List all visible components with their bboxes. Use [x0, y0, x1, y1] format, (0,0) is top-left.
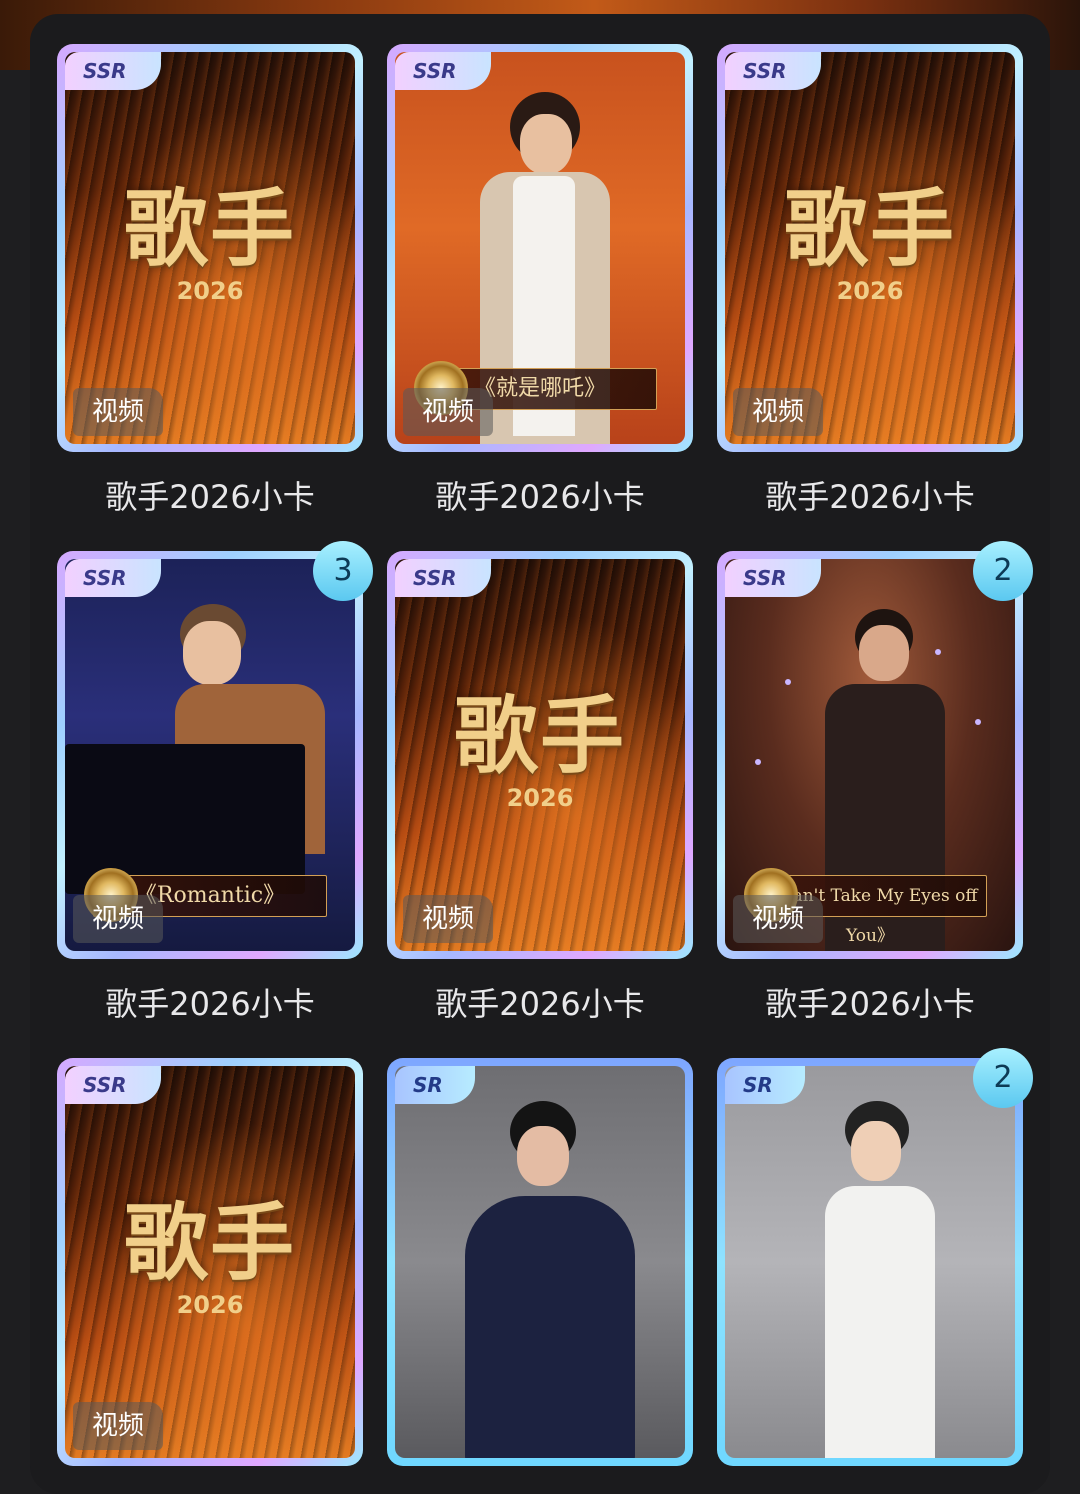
card-frame[interactable]: SSR 歌手 2026 视频: [57, 44, 363, 452]
rarity-badge: SR: [395, 1066, 475, 1104]
rarity-badge: SSR: [65, 52, 161, 90]
singer-face: [520, 114, 572, 174]
singer-white-coat: [825, 1186, 935, 1458]
show-logo: 歌手 2026: [65, 1176, 355, 1319]
card-frame[interactable]: SSR 歌手 2026 视频: [57, 1058, 363, 1466]
card-frame[interactable]: SSR 歌手 2026 视频: [717, 44, 1023, 452]
media-type-tag: 视频: [733, 895, 823, 943]
rarity-badge: SSR: [395, 52, 491, 90]
logo-title: 歌手: [123, 179, 296, 278]
card-artwork: SR: [395, 1066, 685, 1458]
card-caption: 歌手2026小卡: [765, 985, 975, 1023]
logo-year: 2026: [176, 1291, 244, 1319]
card-frame[interactable]: SR: [387, 1058, 693, 1466]
card-artwork: SSR 歌手 2026 视频: [395, 559, 685, 951]
media-type-tag: 视频: [403, 895, 493, 943]
media-type-tag: 视频: [73, 1402, 163, 1450]
logo-title: 歌手: [783, 179, 956, 278]
card-frame[interactable]: SSR 歌手 2026 视频: [387, 551, 693, 959]
card-caption: 歌手2026小卡: [105, 985, 315, 1023]
media-type-tag: 视频: [73, 388, 163, 436]
song-title: 《就是哪吒》: [473, 376, 606, 401]
card-count-badge: 3: [313, 541, 373, 601]
stage-light: [935, 649, 941, 655]
show-logo: 歌手 2026: [65, 162, 355, 305]
logo-title: 歌手: [453, 686, 626, 785]
card-caption: 歌手2026小卡: [435, 478, 645, 516]
singer-face: [859, 625, 909, 681]
rarity-badge: SSR: [65, 559, 161, 597]
card-artwork: SSR 歌手 2026 视频: [725, 52, 1015, 444]
rarity-badge: SSR: [725, 559, 821, 597]
card-frame[interactable]: SSR 《Romantic》 视频 3: [57, 541, 373, 959]
card-artwork: SSR 《Romantic》 视频: [65, 559, 355, 951]
media-type-tag: 视频: [733, 388, 823, 436]
rarity-badge: SSR: [395, 559, 491, 597]
rarity-badge: SSR: [65, 1066, 161, 1104]
logo-year: 2026: [836, 277, 904, 305]
card-artwork: SSR 《就是哪吒》 视频: [395, 52, 685, 444]
rarity-badge: SSR: [725, 52, 821, 90]
card-artwork: SSR 歌手 2026 视频: [65, 52, 355, 444]
logo-title: 歌手: [123, 1193, 296, 1292]
media-type-tag: 视频: [73, 895, 163, 943]
show-logo: 歌手 2026: [395, 669, 685, 812]
card-count-badge: 2: [973, 541, 1033, 601]
singer-face: [183, 621, 241, 685]
card-frame[interactable]: SR 2: [717, 1048, 1033, 1466]
card-caption: 歌手2026小卡: [435, 985, 645, 1023]
rarity-badge: SR: [725, 1066, 805, 1104]
stage-light: [755, 759, 761, 765]
card-artwork: SSR 《Can't Take My Eyes off You》 视频: [725, 559, 1015, 951]
card-frame[interactable]: SSR 《就是哪吒》 视频: [387, 44, 693, 452]
card-count-badge: 2: [973, 1048, 1033, 1108]
show-logo: 歌手 2026: [725, 162, 1015, 305]
singer-face: [517, 1126, 569, 1186]
card-grid: SSR 歌手 2026 视频 歌手2026小卡 SSR 《就是哪吒》 视频 歌手…: [0, 0, 1080, 1482]
logo-year: 2026: [506, 784, 574, 812]
card-caption: 歌手2026小卡: [105, 478, 315, 516]
card-artwork: SSR 歌手 2026 视频: [65, 1066, 355, 1458]
card-frame[interactable]: SSR 《Can't Take My Eyes off You》 视频 2: [717, 541, 1033, 959]
card-caption: 歌手2026小卡: [765, 478, 975, 516]
logo-year: 2026: [176, 277, 244, 305]
stage-light: [975, 719, 981, 725]
stage-light: [785, 679, 791, 685]
media-type-tag: 视频: [403, 388, 493, 436]
singer-cape: [465, 1196, 635, 1458]
card-artwork: SR: [725, 1066, 1015, 1458]
singer-face: [851, 1121, 901, 1181]
